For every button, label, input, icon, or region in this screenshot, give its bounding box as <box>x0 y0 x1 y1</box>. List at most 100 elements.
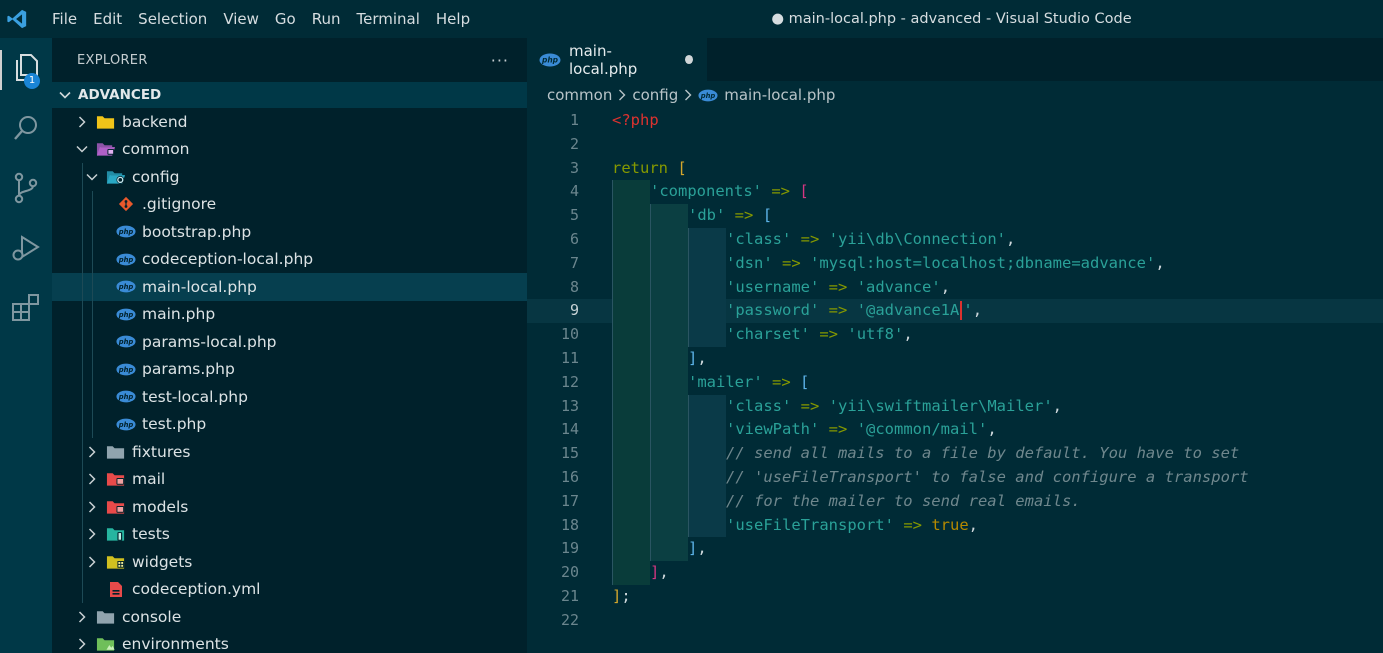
code-line[interactable]: 5 'db' => [ <box>527 204 1383 228</box>
indent-guide <box>92 245 93 273</box>
workspace-section-header[interactable]: ADVANCED <box>52 82 527 108</box>
indent-guide <box>82 328 83 356</box>
menu-run[interactable]: Run <box>304 0 349 38</box>
code-line[interactable]: 15 // send all mails to a file by default… <box>527 442 1383 466</box>
code-token: 'mysql:host=localhost;dbname=advance' <box>810 253 1156 272</box>
tree-item-common[interactable]: common <box>52 136 527 164</box>
indent-guide <box>612 204 650 228</box>
code-line[interactable]: 14 'viewPath' => '@common/mail', <box>527 418 1383 443</box>
breadcrumb-item[interactable]: common <box>547 86 612 104</box>
tree-item-main-php[interactable]: php main.php <box>52 300 527 328</box>
code-line[interactable]: 18 'useFileTransport' => true, <box>527 513 1383 538</box>
line-number: 22 <box>560 610 579 629</box>
tree-item-models[interactable]: models <box>52 493 527 521</box>
code-line[interactable]: 8 'username' => 'advance', <box>527 275 1383 300</box>
tree-item-widgets[interactable]: widgets <box>52 548 527 576</box>
code-token: 'class' <box>726 396 792 415</box>
code-token: , <box>659 563 669 582</box>
more-actions-button[interactable]: ··· <box>491 51 509 70</box>
breadcrumb-item[interactable]: main-local.php <box>724 86 835 104</box>
code-line[interactable]: 4 'components' => [ <box>527 180 1383 205</box>
source-control-button[interactable] <box>0 160 52 220</box>
line-source: 'class' => 'yii\db\Connection', <box>726 228 1015 252</box>
editor-area: php main-local.php common config php mai… <box>527 38 1383 653</box>
indent-guide <box>650 227 688 252</box>
menu-view[interactable]: View <box>215 0 267 38</box>
code-line[interactable]: 11], <box>527 346 1383 371</box>
breadcrumb-item[interactable]: config <box>632 86 678 104</box>
indent-guide <box>688 513 726 538</box>
line-number: 16 <box>560 467 579 486</box>
code-line[interactable]: 7 'dsn' => 'mysql:host=localhost;dbname=a… <box>527 251 1383 276</box>
tree-item-label: params.php <box>142 360 235 379</box>
menu-terminal[interactable]: Terminal <box>349 0 428 38</box>
tree-item-codeception-local-php[interactable]: php codeception-local.php <box>52 245 527 273</box>
tree-item-codeception-yml[interactable]: codeception.yml <box>52 575 527 603</box>
tree-item-label: mail <box>132 470 166 489</box>
code-line[interactable]: 22 <box>527 609 1383 633</box>
code-line[interactable]: 16 // 'useFileTransport' to false and con… <box>527 465 1383 490</box>
line-source: // 'useFileTransport' to false and confi… <box>726 466 1249 490</box>
menu-bar: File Edit Selection View Go Run Terminal Help <box>44 0 478 38</box>
indent-guide <box>92 218 93 246</box>
indent-guide <box>612 299 650 324</box>
line-number: 20 <box>560 563 579 582</box>
indent-guide <box>92 328 93 356</box>
menu-file[interactable]: File <box>44 0 85 38</box>
tree-item-bootstrap-php[interactable]: php bootstrap.php <box>52 218 527 246</box>
tab-main-local[interactable]: php main-local.php <box>527 38 707 81</box>
code-line[interactable]: 1 <?php <box>527 109 1383 133</box>
code-line[interactable]: 6 'class' => 'yii\db\Connection', <box>527 227 1383 252</box>
line-source: 'charset' => 'utf8', <box>726 323 913 347</box>
run-debug-button[interactable] <box>0 220 52 280</box>
tree-item-environments[interactable]: environments <box>52 631 527 653</box>
code-line[interactable]: 3 return [ <box>527 157 1383 181</box>
tree-item-mail[interactable]: mail <box>52 465 527 493</box>
tree-item-params-php[interactable]: php params.php <box>52 355 527 383</box>
tree-item-test-php[interactable]: php test.php <box>52 410 527 438</box>
php-icon: php <box>539 53 561 67</box>
code-line[interactable]: 20], <box>527 561 1383 585</box>
extensions-button[interactable] <box>0 280 52 340</box>
tree-item-gitignore[interactable]: .gitignore <box>52 190 527 218</box>
menu-selection[interactable]: Selection <box>130 0 215 38</box>
code-line[interactable]: 10 'charset' => 'utf8', <box>527 323 1383 347</box>
menu-edit[interactable]: Edit <box>85 0 130 38</box>
code-token: ' <box>963 301 973 320</box>
menu-go[interactable]: Go <box>267 0 304 38</box>
line-source: ], <box>688 537 707 561</box>
code-line[interactable]: 17 // for the mailer to send real emails. <box>527 489 1383 514</box>
code-editor[interactable]: 1 <?php 2 3 return [4'components' => [5'db' … <box>527 109 1383 633</box>
tree-item-backend[interactable]: backend <box>52 108 527 136</box>
line-source: // for the mailer to send real emails. <box>726 490 1081 514</box>
tree-item-fixtures[interactable]: fixtures <box>52 438 527 466</box>
tree-item-config[interactable]: config <box>52 163 527 191</box>
tree-item-label: params-local.php <box>142 332 277 351</box>
code-line[interactable]: 13 'class' => 'yii\swiftmailer\Mailer', <box>527 394 1383 419</box>
tree-item-tests[interactable]: tests <box>52 520 527 548</box>
indent-guide <box>612 370 650 395</box>
code-line[interactable]: 21]; <box>527 585 1383 609</box>
line-number: 15 <box>560 444 579 463</box>
line-number: 13 <box>560 396 579 415</box>
line-number: 12 <box>560 372 579 391</box>
menu-help[interactable]: Help <box>428 0 478 38</box>
code-line[interactable]: 19], <box>527 537 1383 562</box>
tree-item-main-local-php[interactable]: php main-local.php <box>52 273 527 301</box>
code-line[interactable]: 9 'password' => '@advance1A ', <box>527 299 1383 324</box>
code-line[interactable]: 12 'mailer' => [ <box>527 370 1383 395</box>
tree-item-test-local-php[interactable]: php test-local.php <box>52 383 527 411</box>
indent-guide <box>688 418 726 443</box>
tree-item-console[interactable]: console <box>52 603 527 631</box>
tree-item-params-local-php[interactable]: php params-local.php <box>52 328 527 356</box>
code-line[interactable]: 2 <box>527 133 1383 157</box>
line-number: 4 <box>569 182 579 201</box>
code-token: [ <box>799 182 809 201</box>
unsaved-dot-icon[interactable] <box>684 55 693 64</box>
explorer-button[interactable]: 1 <box>0 40 52 100</box>
indent-guide <box>82 465 83 493</box>
search-button[interactable] <box>0 100 52 160</box>
